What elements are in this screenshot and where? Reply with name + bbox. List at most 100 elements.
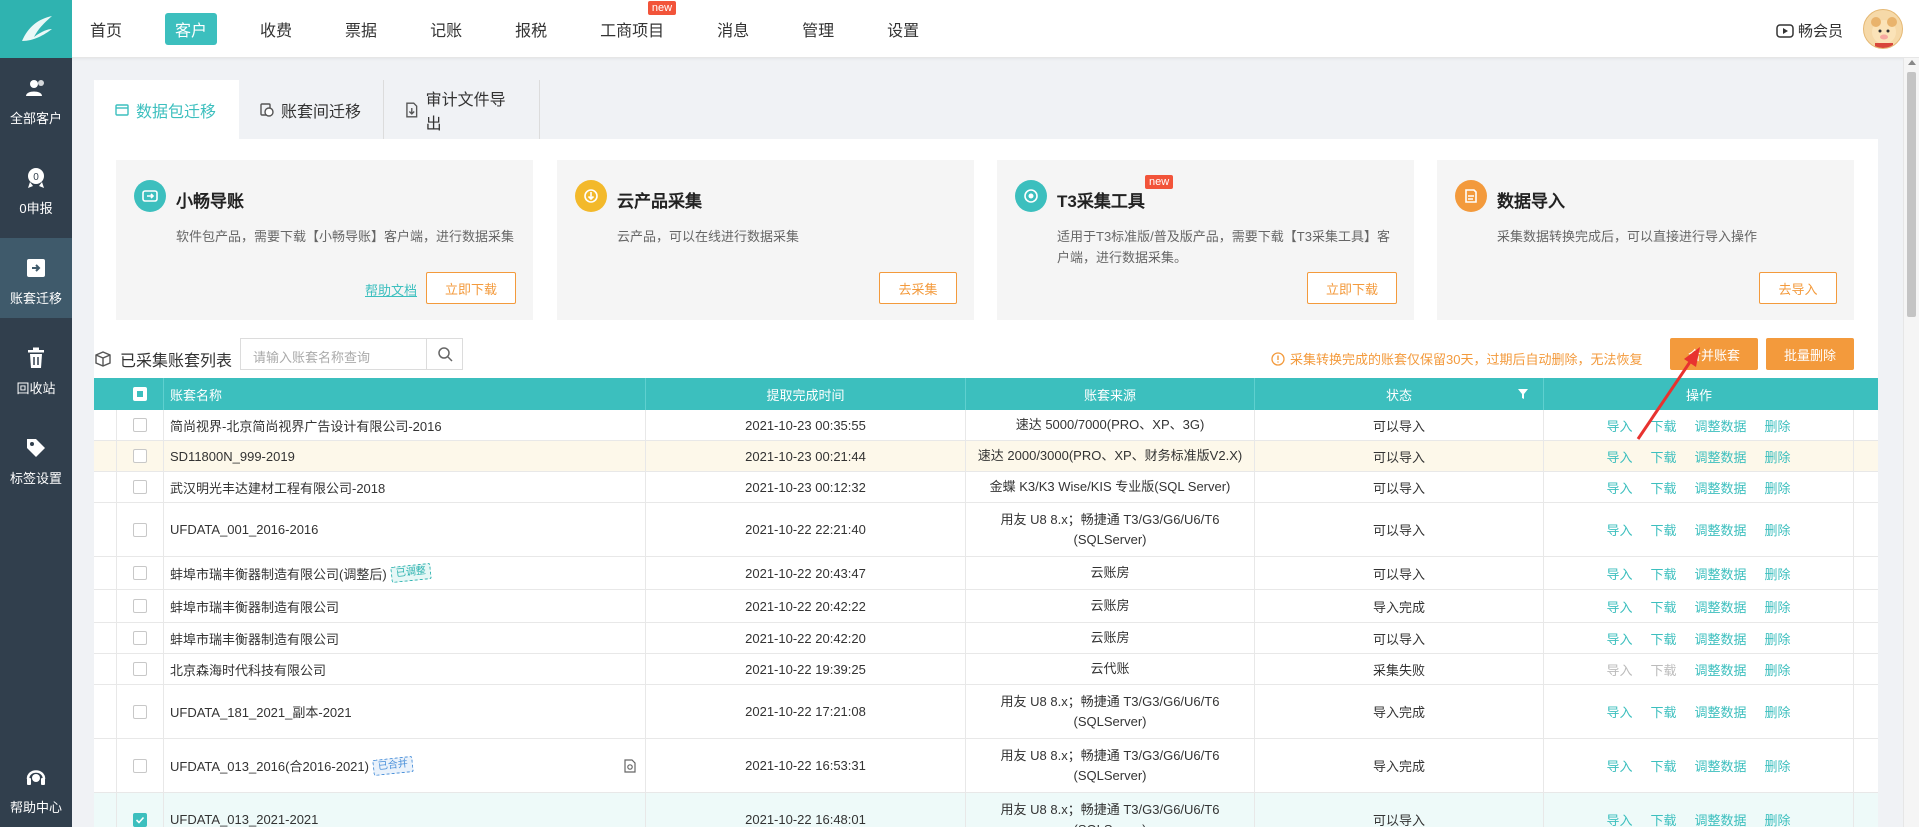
import-action[interactable]: 导入 — [1606, 447, 1632, 466]
download-action[interactable]: 下载 — [1650, 447, 1676, 466]
nav-item-bookkeeping[interactable]: 记账 — [426, 13, 466, 45]
merge-detail-icon[interactable] — [623, 759, 637, 773]
download-action[interactable]: 下载 — [1650, 564, 1676, 583]
search-button[interactable] — [426, 339, 462, 369]
import-button[interactable]: 去导入 — [1759, 272, 1837, 304]
select-all-checkbox[interactable] — [132, 387, 147, 401]
adjust-data-action[interactable]: 调整数据 — [1695, 564, 1747, 583]
collect-button[interactable]: 去采集 — [879, 272, 957, 304]
import-action[interactable]: 导入 — [1606, 702, 1632, 721]
table-row[interactable]: 蚌埠市瑞丰衡器制造有限公司 2021-10-22 20:42:20 云账房 可以导入导… — [94, 623, 1878, 654]
delete-action[interactable]: 删除 — [1765, 810, 1791, 827]
import-action[interactable]: 导入 — [1606, 416, 1632, 435]
download-action[interactable]: 下载 — [1650, 660, 1676, 679]
row-checkbox[interactable] — [133, 566, 147, 580]
row-checkbox[interactable] — [133, 662, 147, 676]
delete-action[interactable]: 删除 — [1765, 520, 1791, 539]
tab-ledger-migrate[interactable]: 账套间迁移 — [239, 80, 384, 139]
import-action[interactable]: 导入 — [1606, 478, 1632, 497]
nav-item-customers[interactable]: 客户 — [165, 13, 218, 45]
table-row[interactable]: 蚌埠市瑞丰衡器制造有限公司(调整后) 已调整 2021-10-22 20:43:47… — [94, 557, 1878, 590]
row-checkbox[interactable] — [133, 631, 147, 645]
table-row[interactable]: 简尚视界-北京简尚视界广告设计有限公司-2016 2021-10-23 00:35… — [94, 410, 1878, 441]
row-checkbox[interactable] — [133, 599, 147, 613]
row-checkbox[interactable] — [133, 418, 147, 432]
help-doc-link[interactable]: 帮助文档 — [365, 280, 417, 299]
nav-item-home[interactable]: 首页 — [86, 13, 126, 45]
row-checkbox[interactable] — [133, 704, 147, 719]
scroll-thumb[interactable] — [1907, 72, 1916, 317]
nav-item-manage[interactable]: 管理 — [798, 13, 838, 45]
import-action[interactable]: 导入 — [1606, 520, 1632, 539]
delete-action[interactable]: 删除 — [1765, 447, 1791, 466]
import-action[interactable]: 导入 — [1606, 660, 1632, 679]
download-button[interactable]: 立即下载 — [1307, 272, 1397, 304]
vip-link[interactable]: 畅会员 — [1776, 20, 1843, 41]
scroll-up-arrow[interactable] — [1908, 60, 1916, 65]
table-row[interactable]: SD11800N_999-2019 2021-10-23 00:21:44 速达 2… — [94, 441, 1878, 472]
avatar[interactable] — [1863, 9, 1903, 49]
delete-action[interactable]: 删除 — [1765, 702, 1791, 721]
table-row[interactable]: UFDATA_001_2016-2016 2021-10-22 22:21:40 用… — [94, 503, 1878, 557]
nav-item-charges[interactable]: 收费 — [256, 13, 296, 45]
batch-delete-button[interactable]: 批量删除 — [1766, 338, 1854, 370]
nav-item-invoices[interactable]: 票据 — [341, 13, 381, 45]
adjust-data-action[interactable]: 调整数据 — [1695, 478, 1747, 497]
delete-action[interactable]: 删除 — [1765, 416, 1791, 435]
download-action[interactable]: 下载 — [1650, 756, 1676, 775]
download-button[interactable]: 立即下载 — [426, 272, 516, 304]
import-action[interactable]: 导入 — [1606, 564, 1632, 583]
tab-data-package-migrate[interactable]: 数据包迁移 — [94, 80, 239, 139]
import-action[interactable]: 导入 — [1606, 756, 1632, 775]
sidebar-item-all-customers[interactable]: 全部客户 — [0, 58, 72, 138]
table-row[interactable]: 北京森海时代科技有限公司 2021-10-22 19:39:25 云代账 采集失败 导入… — [94, 654, 1878, 685]
filter-icon[interactable] — [1517, 388, 1529, 400]
logo[interactable] — [0, 0, 72, 58]
sidebar-item-tag-settings[interactable]: 标签设置 — [0, 418, 72, 498]
download-action[interactable]: 下载 — [1650, 520, 1676, 539]
delete-action[interactable]: 删除 — [1765, 478, 1791, 497]
import-action[interactable]: 导入 — [1606, 629, 1632, 648]
row-checkbox[interactable] — [133, 758, 147, 773]
tab-audit-export[interactable]: 审计文件导出 — [384, 80, 540, 139]
adjust-data-action[interactable]: 调整数据 — [1695, 629, 1747, 648]
delete-action[interactable]: 删除 — [1765, 629, 1791, 648]
nav-item-business[interactable]: 工商项目 new — [596, 1, 677, 45]
adjust-data-action[interactable]: 调整数据 — [1695, 597, 1747, 616]
delete-action[interactable]: 删除 — [1765, 564, 1791, 583]
sidebar-item-migrate[interactable]: 账套迁移 — [0, 238, 72, 318]
table-row[interactable]: 蚌埠市瑞丰衡器制造有限公司 2021-10-22 20:42:22 云账房 导入完成导… — [94, 590, 1878, 623]
adjust-data-action[interactable]: 调整数据 — [1695, 702, 1747, 721]
download-action[interactable]: 下载 — [1650, 629, 1676, 648]
nav-item-settings[interactable]: 设置 — [883, 13, 923, 45]
table-row[interactable]: 武汉明光丰达建材工程有限公司-2018 2021-10-23 00:12:32 金蝶… — [94, 472, 1878, 503]
table-row[interactable]: UFDATA_013_2021-2021 2021-10-22 16:48:01 用… — [94, 793, 1878, 827]
delete-action[interactable]: 删除 — [1765, 756, 1791, 775]
adjust-data-action[interactable]: 调整数据 — [1695, 447, 1747, 466]
import-action[interactable]: 导入 — [1606, 597, 1632, 616]
table-row[interactable]: UFDATA_181_2021_副本-2021 2021-10-22 17:21:… — [94, 685, 1878, 739]
row-checkbox[interactable] — [133, 812, 147, 827]
sidebar-item-zero-declare[interactable]: 0 0申报 — [0, 148, 72, 228]
adjust-data-action[interactable]: 调整数据 — [1695, 660, 1747, 679]
download-action[interactable]: 下载 — [1650, 597, 1676, 616]
download-action[interactable]: 下载 — [1650, 702, 1676, 721]
delete-action[interactable]: 删除 — [1765, 660, 1791, 679]
sidebar-item-help-center[interactable]: 帮助中心 — [0, 747, 72, 827]
sidebar-item-recycle-bin[interactable]: 回收站 — [0, 328, 72, 408]
table-row[interactable]: UFDATA_013_2016(合2016-2021) 已合并 2021-10-22… — [94, 739, 1878, 793]
vertical-scrollbar[interactable] — [1903, 58, 1919, 827]
download-action[interactable]: 下载 — [1650, 810, 1676, 827]
adjust-data-action[interactable]: 调整数据 — [1695, 520, 1747, 539]
nav-item-messages[interactable]: 消息 — [713, 13, 753, 45]
delete-action[interactable]: 删除 — [1765, 597, 1791, 616]
row-checkbox[interactable] — [133, 449, 147, 463]
search-input[interactable]: 请输入账套名称查询 — [240, 338, 463, 370]
import-action[interactable]: 导入 — [1606, 810, 1632, 827]
download-action[interactable]: 下载 — [1650, 478, 1676, 497]
nav-item-tax[interactable]: 报税 — [511, 13, 551, 45]
adjust-data-action[interactable]: 调整数据 — [1695, 756, 1747, 775]
row-checkbox[interactable] — [133, 522, 147, 537]
adjust-data-action[interactable]: 调整数据 — [1695, 810, 1747, 827]
row-checkbox[interactable] — [133, 480, 147, 494]
